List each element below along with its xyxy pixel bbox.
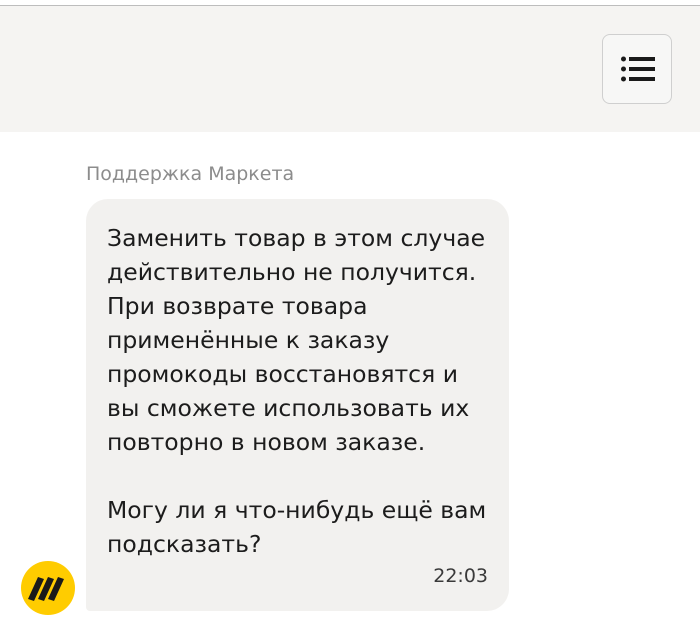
sender-name: Поддержка Маркета bbox=[86, 163, 295, 185]
message-line: При возврате товара bbox=[107, 292, 368, 320]
message-line: вы сможете использовать их bbox=[107, 394, 470, 422]
chat-header bbox=[0, 6, 700, 132]
message-line: промокоды восстановятся и bbox=[107, 360, 458, 388]
message-line: Могу ли я что-нибудь ещё вам bbox=[107, 496, 487, 524]
yandex-market-logo-icon bbox=[21, 561, 75, 615]
hamburger-list-icon bbox=[621, 56, 655, 82]
message-line: действительно не получится. bbox=[107, 258, 477, 286]
message-bubble: Заменить товар в этом случае действитель… bbox=[86, 199, 509, 611]
menu-button[interactable] bbox=[602, 34, 672, 104]
message-line: повторно в новом заказе. bbox=[107, 428, 426, 456]
message-line: применённые к заказу bbox=[107, 326, 390, 354]
message-timestamp: 22:03 bbox=[433, 565, 488, 587]
message-line: Заменить товар в этом случае bbox=[107, 224, 486, 252]
message-line: подсказать? bbox=[107, 530, 262, 558]
